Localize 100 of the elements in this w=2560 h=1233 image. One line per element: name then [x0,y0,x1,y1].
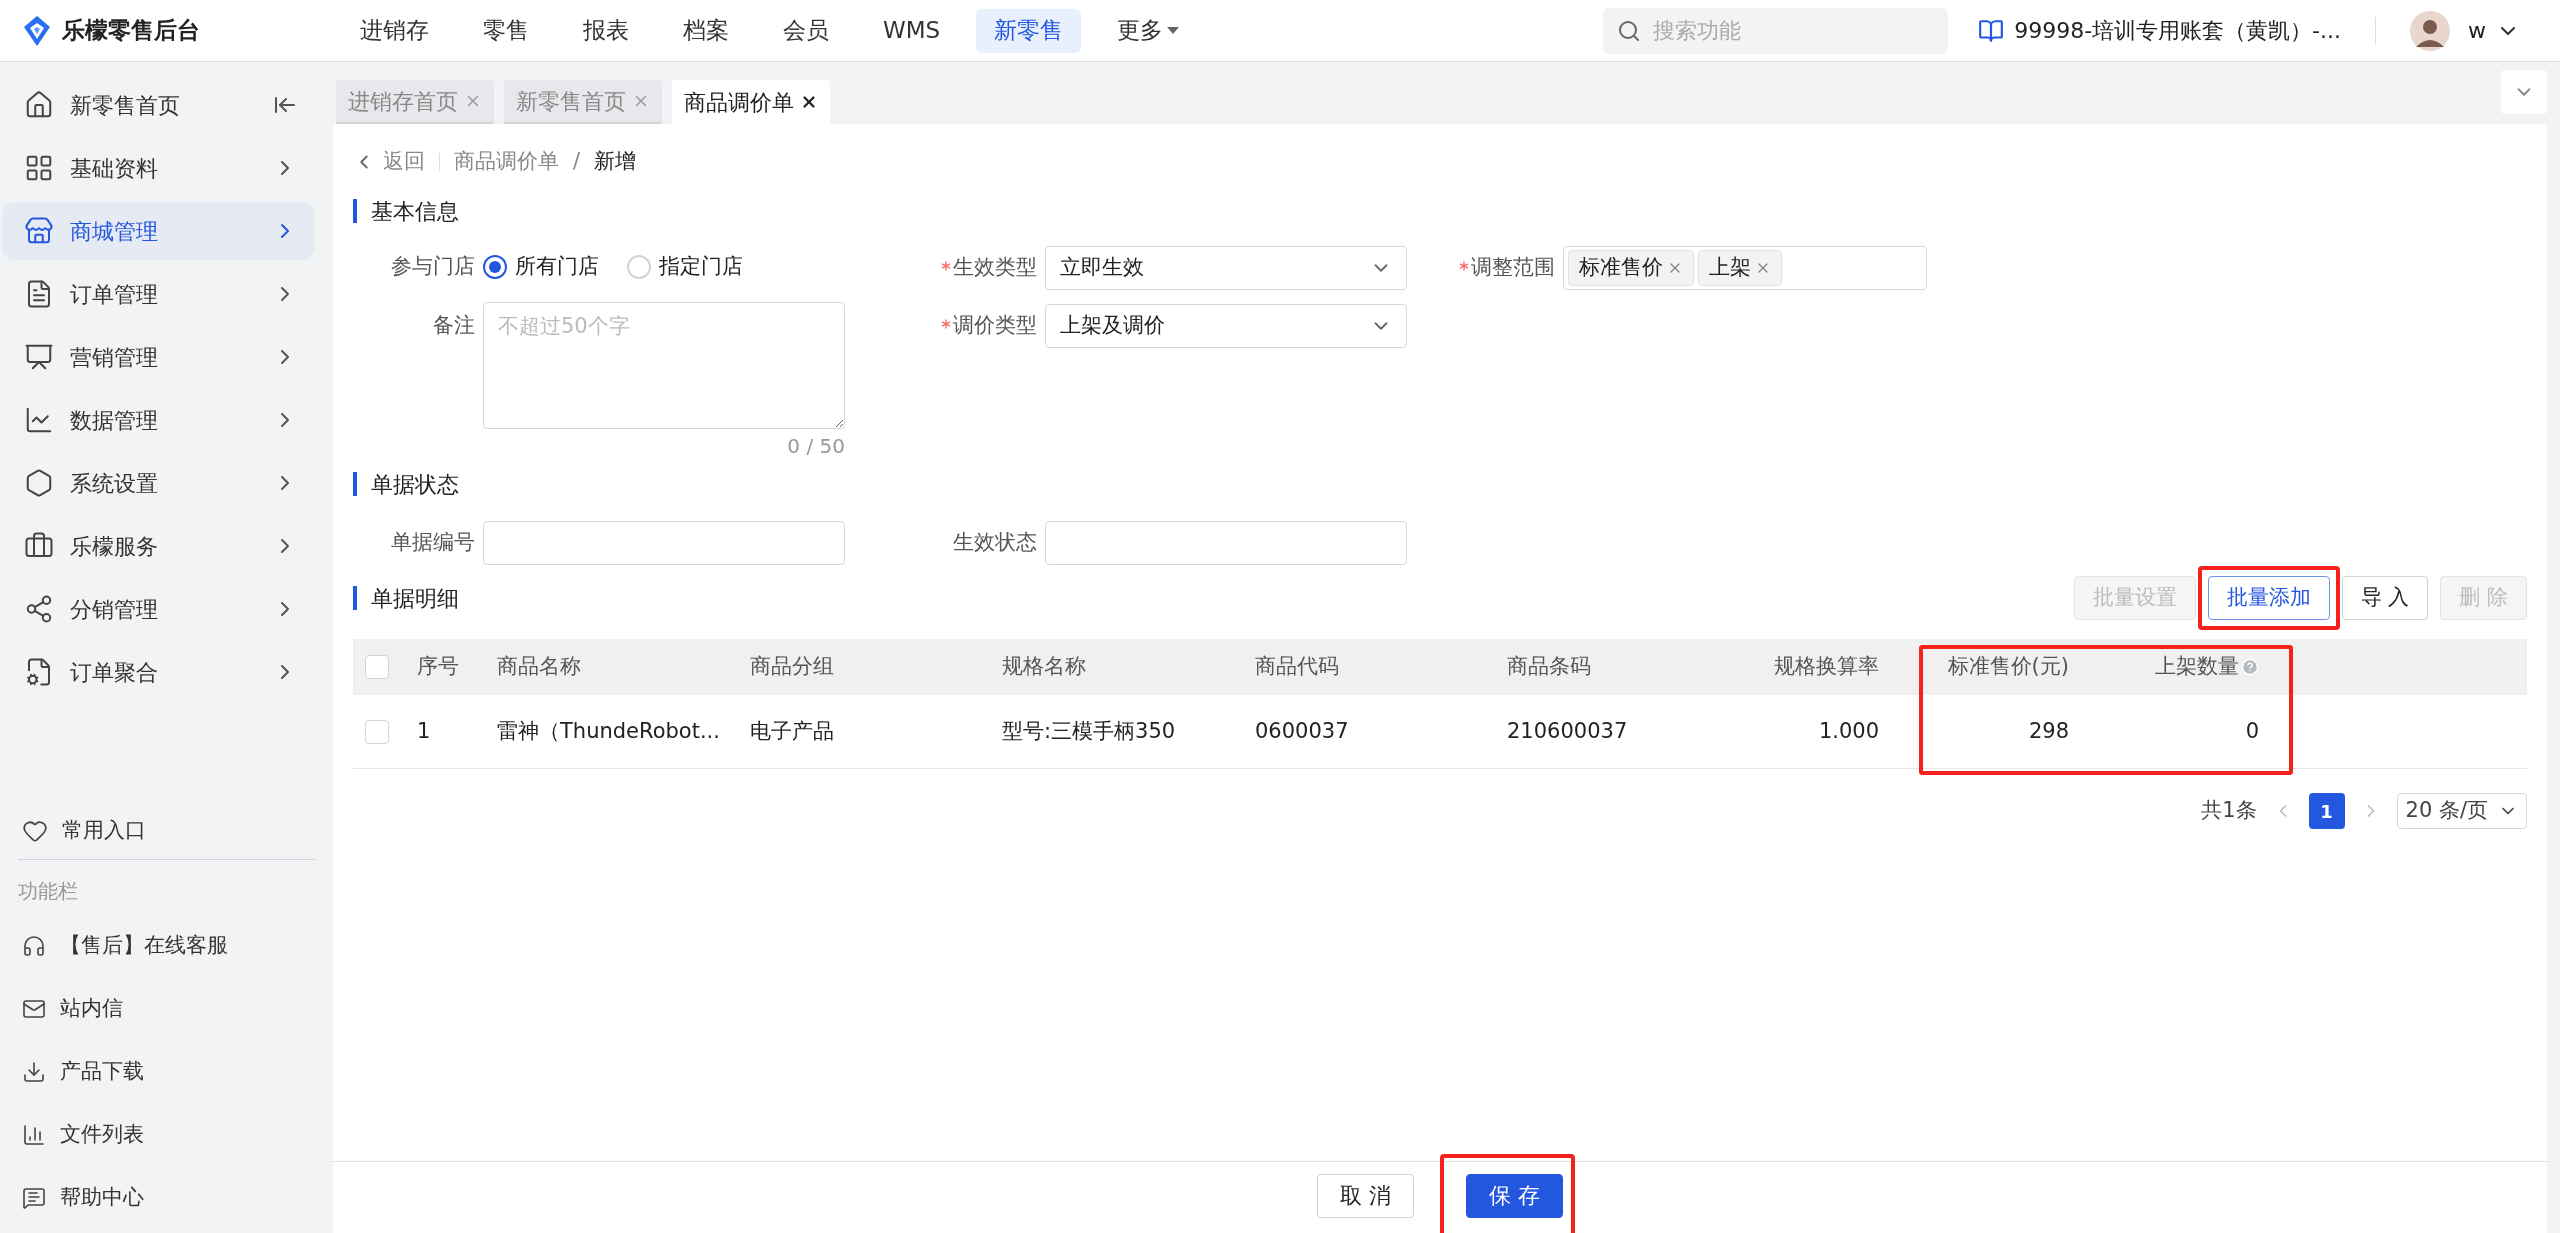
nav-tab[interactable]: WMS [865,8,959,53]
share-icon [24,594,54,624]
nav-tab[interactable]: 会员 [765,8,847,53]
close-icon[interactable] [800,93,818,111]
logo-icon [22,14,52,47]
column-header: 序号 [417,653,459,681]
tag: 标准售价 [1568,250,1694,286]
hexagon-icon [24,468,54,498]
sidebar-item[interactable]: 分销管理 [2,580,315,638]
home-icon [24,90,54,120]
download-icon [22,1059,46,1084]
message-icon [22,1185,46,1210]
search-field[interactable]: 搜索功能 [1603,7,1949,54]
user-name[interactable]: w [2468,14,2486,47]
sidebar-item[interactable]: 帮助中心 [0,1166,333,1229]
column-header: 商品名称 [497,653,581,681]
table-cell-text: 型号:三模手柄350 [1002,717,1176,745]
char-counter: 0 / 50 [787,433,845,460]
toolbar-button[interactable]: 批量添加 [2207,576,2330,620]
breadcrumb-link[interactable]: 商品调价单 [454,146,559,178]
field-label: 备注 [432,312,476,339]
help-icon[interactable] [2241,658,2259,676]
radio-option[interactable]: 所有门店 [483,251,599,283]
radio-button[interactable] [483,255,507,279]
sidebar-item[interactable]: 常用入口 [0,803,333,859]
column-header: 规格换算率 [1774,653,1879,681]
required-icon [941,261,951,271]
section-title: 基本信息 [371,197,459,226]
field-label: 参与门店 [390,253,476,281]
sidebar-item[interactable]: 乐檬服务 [2,517,315,575]
more-menu[interactable]: 更多 [1099,8,1198,53]
sidebar-item[interactable]: 系统设置 [2,454,315,512]
field-label: 调整范围 [1433,246,1563,290]
nav-tab[interactable]: 档案 [665,8,747,53]
table-row[interactable]: 1 雷神（ThundeRobot... 电子产品 型号:三模手柄350 0600037 210600037 1.000 298 0 [353,695,2527,769]
toolbar-button[interactable]: 导 入 [2341,576,2429,620]
field-label: 调价类型 [873,310,1045,342]
total-count: 共1条 [2201,797,2257,825]
account-name[interactable]: 99998-培训专用账套（黄凯）-... [2014,14,2341,47]
checkbox[interactable] [365,655,389,679]
select-field[interactable]: 上架及调价 [1045,304,1407,348]
column-header: 商品分组 [750,653,834,681]
save-button[interactable]: 保 存 [1466,1173,1563,1218]
table-cell-text: 1 [417,717,431,745]
page-button[interactable]: 1 [2308,793,2345,829]
monitor-icon [24,342,54,372]
account-book-icon [1978,17,2005,44]
sidebar-item[interactable]: 新零售首页 [2,76,315,134]
sidebar-item[interactable]: 商城管理 [2,202,315,260]
checkbox[interactable] [365,719,389,744]
page-size-select[interactable]: 20 条/页 [2396,793,2527,829]
field-label: 生效类型 [873,252,1045,284]
select-field[interactable]: 立即生效 [1045,246,1407,290]
sidebar-item[interactable]: 订单管理 [2,265,315,323]
sidebar-item[interactable]: 营销管理 [2,328,315,386]
sidebar-item[interactable]: 【售后】在线客服 [0,914,333,977]
section-title: 单据明细 [371,584,460,613]
table-cell-text: 0 [2245,717,2259,745]
nav-tab[interactable]: 报表 [565,8,647,53]
back-link[interactable]: 返回 [353,146,425,178]
page-tab[interactable]: 商品调价单 [672,80,830,124]
table-cell-text: 0600037 [1255,717,1349,745]
field-label: 单据编号 [390,529,476,557]
required-icon [941,319,951,329]
table-cell-text: 雷神（ThundeRobot... [497,717,720,745]
field-label: 生效状态 [952,529,1038,557]
table-cell-text: 210600037 [1507,717,1628,745]
column-header: 商品条码 [1507,653,1591,681]
column-header: 规格名称 [1002,653,1086,681]
sidebar-item[interactable]: 基础资料 [2,139,315,197]
nav-tab[interactable]: 新零售 [976,8,1082,53]
sidebar-item[interactable]: 文件列表 [0,1103,333,1166]
breadcrumb-separator: / [573,148,581,176]
section-title: 功能栏 [17,878,79,905]
table-cell-text: 298 [2028,717,2069,745]
nav-tab[interactable]: 进销存 [342,8,447,53]
note-field[interactable]: 不超过50个字 [483,302,845,429]
sidebar-item[interactable]: 站内信 [0,977,333,1040]
bar-chart-icon [22,1122,46,1147]
brand-name: 乐檬零售后台 [62,16,200,46]
sidebar-item[interactable]: 产品下载 [0,1040,333,1103]
cancel-button[interactable]: 取 消 [1317,1173,1414,1218]
required-icon [1459,261,1469,271]
input-field[interactable] [483,521,845,565]
store-icon [24,216,54,246]
column-header: 上架数量 [2155,651,2259,683]
nav-tab[interactable]: 零售 [465,8,547,53]
tag: 上架 [1698,250,1782,286]
avatar[interactable] [2410,10,2450,51]
heart-icon [22,818,48,844]
grid-icon [24,153,54,183]
sidebar-item[interactable]: 数据管理 [2,391,315,449]
headset-icon [22,933,46,958]
search-icon [1617,18,1642,43]
radio-option[interactable]: 指定门店 [627,251,743,283]
input-field[interactable] [1045,521,1407,565]
tag-select-field[interactable]: 标准售价 上架 [1563,246,1927,290]
tabs-dropdown-button[interactable] [2501,70,2547,114]
sidebar-item[interactable]: 订单聚合 [2,643,315,701]
breadcrumb-current: 新增 [594,148,637,176]
